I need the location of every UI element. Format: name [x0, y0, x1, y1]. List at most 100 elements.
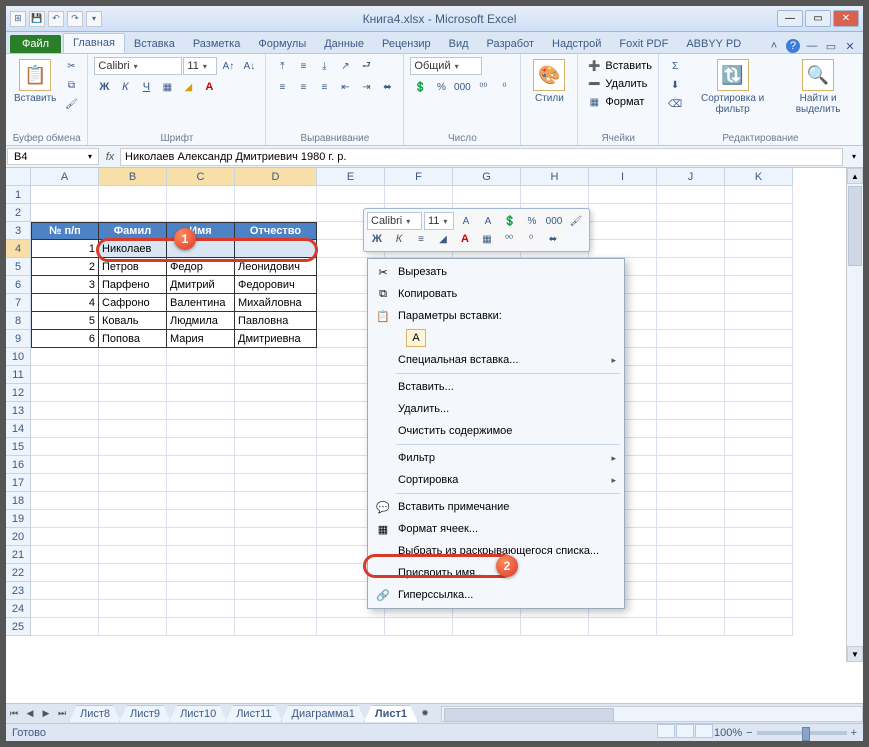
- window-restore-icon[interactable]: ▭: [824, 39, 838, 53]
- cell[interactable]: [99, 420, 167, 438]
- sheet-tab[interactable]: Лист8: [69, 705, 121, 722]
- close-button[interactable]: ✕: [833, 10, 859, 27]
- scroll-down-icon[interactable]: ▼: [847, 646, 863, 662]
- align-center-icon[interactable]: ≡: [293, 78, 313, 96]
- mini-format-painter-icon[interactable]: 🖌: [566, 212, 586, 230]
- mini-inc-dec-icon[interactable]: ⁰⁰: [499, 230, 519, 248]
- cell[interactable]: [235, 474, 317, 492]
- tab-file[interactable]: Файл: [10, 35, 61, 53]
- cell[interactable]: [31, 564, 99, 582]
- cell[interactable]: [235, 366, 317, 384]
- cell[interactable]: Людмила: [167, 312, 235, 330]
- ctx-format-cells[interactable]: ▦Формат ячеек...: [370, 518, 622, 540]
- cell[interactable]: [725, 456, 793, 474]
- col-header-C[interactable]: C: [167, 168, 235, 186]
- mini-align-icon[interactable]: ≡: [411, 230, 431, 248]
- cell[interactable]: [99, 204, 167, 222]
- sheet-nav-first-icon[interactable]: ⏮: [6, 708, 22, 719]
- cell[interactable]: [657, 366, 725, 384]
- row-header[interactable]: 18: [6, 492, 31, 510]
- cell[interactable]: [657, 618, 725, 636]
- row-header[interactable]: 13: [6, 402, 31, 420]
- cell[interactable]: [99, 438, 167, 456]
- cell[interactable]: Попова: [99, 330, 167, 348]
- cell[interactable]: [725, 420, 793, 438]
- cell[interactable]: [31, 438, 99, 456]
- name-box[interactable]: B4▾: [7, 148, 99, 165]
- cell[interactable]: [31, 492, 99, 510]
- row-header[interactable]: 15: [6, 438, 31, 456]
- cells-insert[interactable]: ➕Вставить: [584, 57, 652, 75]
- cell[interactable]: Коваль: [99, 312, 167, 330]
- cell[interactable]: [725, 510, 793, 528]
- cell[interactable]: [31, 582, 99, 600]
- ribbon-min-icon[interactable]: ˄: [767, 39, 781, 53]
- cell[interactable]: [725, 402, 793, 420]
- sheet-tab[interactable]: Диаграмма1: [281, 705, 366, 722]
- cell[interactable]: Парфено: [99, 276, 167, 294]
- cell[interactable]: [725, 258, 793, 276]
- autosum-icon[interactable]: Σ: [665, 57, 685, 75]
- format-painter-icon[interactable]: 🖌: [61, 95, 81, 113]
- tab-insert[interactable]: Вставка: [125, 35, 184, 53]
- cell[interactable]: [725, 438, 793, 456]
- cell[interactable]: Валентина: [167, 294, 235, 312]
- cell[interactable]: [31, 474, 99, 492]
- mini-comma-icon[interactable]: 000: [544, 212, 564, 230]
- cell[interactable]: [235, 618, 317, 636]
- cell[interactable]: [167, 600, 235, 618]
- font-color-icon[interactable]: А: [199, 78, 219, 96]
- horizontal-scrollbar[interactable]: [441, 706, 863, 722]
- scroll-up-icon[interactable]: ▲: [847, 168, 863, 184]
- scroll-thumb[interactable]: [848, 186, 862, 266]
- cell[interactable]: 3: [31, 276, 99, 294]
- cell[interactable]: [99, 492, 167, 510]
- mini-fill-icon[interactable]: ◢: [433, 230, 453, 248]
- help-icon[interactable]: ?: [786, 39, 800, 53]
- cell[interactable]: [521, 618, 589, 636]
- cell[interactable]: [657, 438, 725, 456]
- cell[interactable]: № п/п: [31, 222, 99, 240]
- cell[interactable]: [725, 186, 793, 204]
- cell[interactable]: [99, 348, 167, 366]
- cell[interactable]: [99, 510, 167, 528]
- cell[interactable]: [385, 618, 453, 636]
- cell[interactable]: [235, 240, 317, 258]
- cell[interactable]: [725, 312, 793, 330]
- cell[interactable]: [725, 222, 793, 240]
- cell[interactable]: [657, 240, 725, 258]
- expand-formula-icon[interactable]: ▾: [845, 146, 863, 167]
- mini-bold-button[interactable]: Ж: [367, 230, 387, 248]
- zoom-out-icon[interactable]: −: [746, 727, 752, 739]
- mini-currency-icon[interactable]: 💲: [500, 212, 520, 230]
- mini-font-color-icon[interactable]: А: [455, 230, 475, 248]
- cell[interactable]: Петров: [99, 258, 167, 276]
- cell[interactable]: Фамил: [99, 222, 167, 240]
- cell[interactable]: [725, 384, 793, 402]
- cell[interactable]: [725, 546, 793, 564]
- row-header[interactable]: 17: [6, 474, 31, 492]
- cell[interactable]: [31, 546, 99, 564]
- formula-input[interactable]: Николаев Александр Дмитриевич 1980 г. р.: [120, 148, 843, 166]
- cell[interactable]: [235, 492, 317, 510]
- cell[interactable]: [31, 456, 99, 474]
- cell[interactable]: [167, 582, 235, 600]
- row-header[interactable]: 19: [6, 510, 31, 528]
- row-header[interactable]: 23: [6, 582, 31, 600]
- qat-dropdown-icon[interactable]: ▾: [86, 11, 102, 27]
- indent-dec-icon[interactable]: ⇤: [335, 78, 355, 96]
- col-header-G[interactable]: G: [453, 168, 521, 186]
- cell[interactable]: [235, 186, 317, 204]
- cell[interactable]: Михайловна: [235, 294, 317, 312]
- worksheet-grid[interactable]: ABCDEFGHIJK 1234567891011121314151617181…: [6, 168, 863, 662]
- zoom-slider[interactable]: [757, 731, 847, 735]
- cell[interactable]: [589, 222, 657, 240]
- mini-percent-icon[interactable]: %: [522, 212, 542, 230]
- cell[interactable]: [725, 474, 793, 492]
- row-header[interactable]: 10: [6, 348, 31, 366]
- cell[interactable]: [167, 510, 235, 528]
- tab-abbyy[interactable]: ABBYY PD: [677, 35, 750, 53]
- ctx-copy[interactable]: ⧉Копировать: [370, 283, 622, 305]
- cell[interactable]: [317, 186, 385, 204]
- cell[interactable]: [99, 528, 167, 546]
